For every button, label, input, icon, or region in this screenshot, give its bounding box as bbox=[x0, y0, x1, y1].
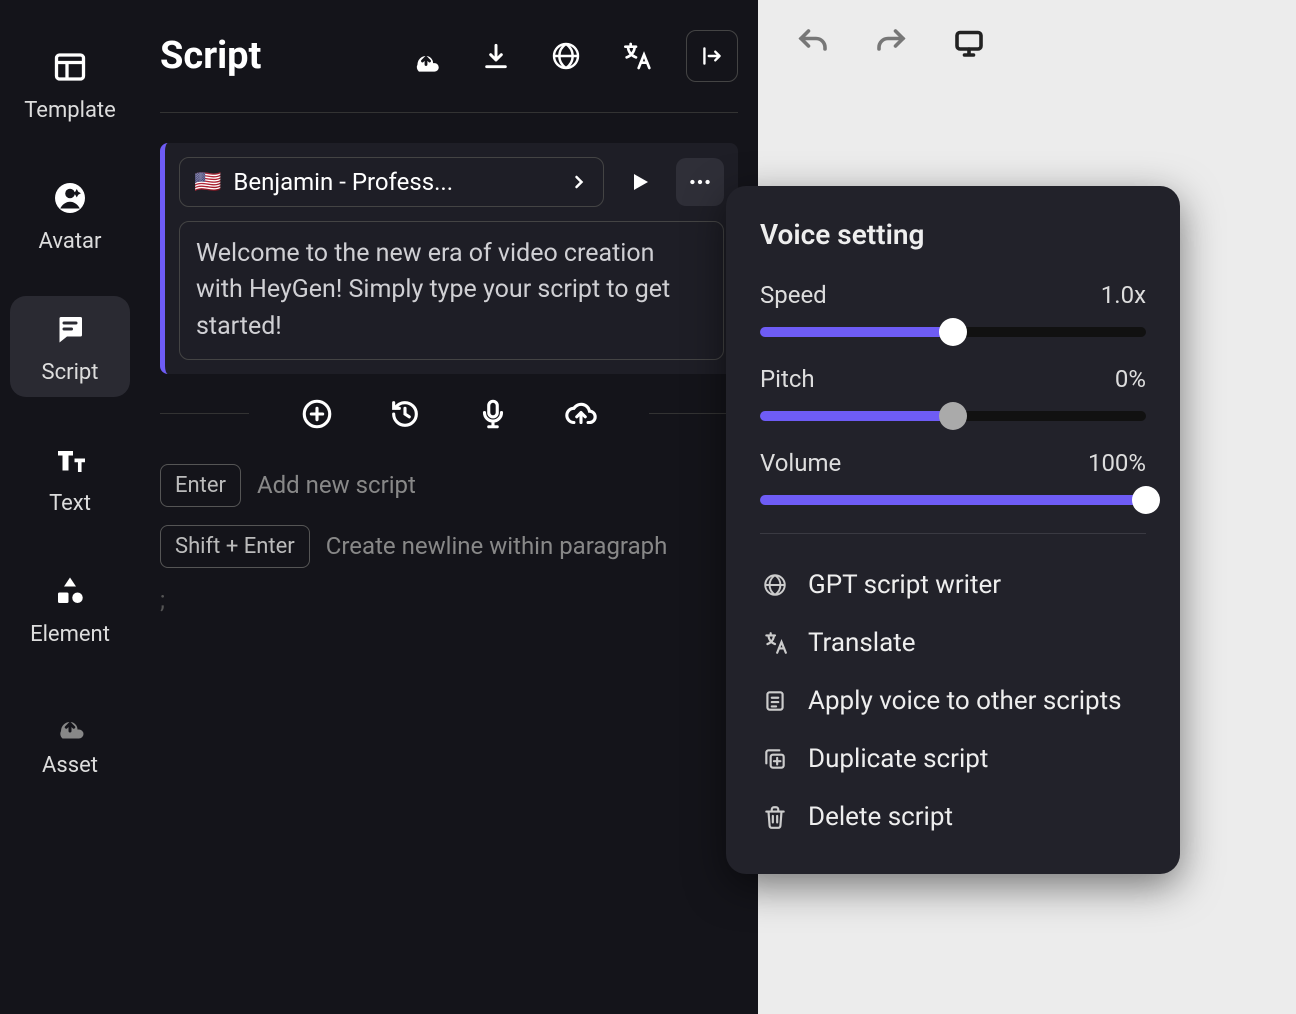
sidebar-item-element[interactable]: Element bbox=[10, 558, 130, 659]
play-button[interactable] bbox=[618, 160, 662, 204]
sidebar-item-avatar[interactable]: Avatar bbox=[10, 165, 130, 266]
hint-text: Create newline within paragraph bbox=[326, 532, 668, 560]
script-block: 🇺🇸 Benjamin - Profess... Welcome to the … bbox=[160, 143, 738, 374]
panel-header: Script bbox=[160, 30, 738, 113]
duplicate-action[interactable]: Duplicate script bbox=[760, 730, 1146, 788]
more-button[interactable] bbox=[676, 158, 724, 206]
trash-icon bbox=[760, 802, 790, 832]
stray-text: ; bbox=[160, 586, 738, 614]
action-label: Apply voice to other scripts bbox=[808, 686, 1122, 716]
sidebar-item-asset[interactable]: Asset bbox=[10, 689, 130, 790]
script-toolbar bbox=[160, 394, 738, 434]
hint-text: Add new script bbox=[257, 471, 416, 499]
upload-cloud-button[interactable] bbox=[406, 36, 446, 76]
cloud-upload-button[interactable] bbox=[561, 394, 601, 434]
volume-value: 100% bbox=[1088, 449, 1146, 477]
panel-title: Script bbox=[160, 34, 261, 78]
popover-separator bbox=[760, 533, 1146, 534]
avatar-icon bbox=[49, 177, 91, 219]
sidebar: Template Avatar Script Text bbox=[0, 0, 140, 1014]
script-panel: Script � bbox=[140, 0, 758, 1014]
sidebar-item-label: Text bbox=[49, 491, 91, 516]
popover-title: Voice setting bbox=[760, 218, 1146, 251]
action-label: Duplicate script bbox=[808, 744, 988, 774]
sidebar-item-label: Element bbox=[30, 622, 110, 647]
kbd-shift-enter: Shift + Enter bbox=[160, 525, 310, 568]
sidebar-item-label: Avatar bbox=[39, 229, 102, 254]
delete-action[interactable]: Delete script bbox=[760, 788, 1146, 846]
gpt-icon bbox=[760, 570, 790, 600]
speed-slider-group: Speed 1.0x bbox=[760, 281, 1146, 337]
mic-button[interactable] bbox=[473, 394, 513, 434]
volume-slider-group: Volume 100% bbox=[760, 449, 1146, 505]
redo-button[interactable] bbox=[870, 22, 912, 64]
pitch-slider[interactable] bbox=[760, 411, 1146, 421]
voice-name: Benjamin - Profess... bbox=[233, 168, 557, 196]
collapse-button[interactable] bbox=[686, 30, 738, 82]
pitch-label: Pitch bbox=[760, 365, 815, 393]
hint-shift-enter: Shift + Enter Create newline within para… bbox=[160, 525, 738, 568]
translate-icon bbox=[760, 628, 790, 658]
pitch-slider-group: Pitch 0% bbox=[760, 365, 1146, 421]
speed-slider[interactable] bbox=[760, 327, 1146, 337]
history-button[interactable] bbox=[385, 394, 425, 434]
script-textarea[interactable]: Welcome to the new era of video creation… bbox=[179, 221, 724, 360]
script-icon bbox=[760, 686, 790, 716]
device-preview-button[interactable] bbox=[948, 22, 990, 64]
action-label: Delete script bbox=[808, 802, 953, 832]
sidebar-item-label: Script bbox=[42, 360, 99, 385]
gpt-button[interactable] bbox=[546, 36, 586, 76]
sidebar-item-script[interactable]: Script bbox=[10, 296, 130, 397]
translate-action[interactable]: Translate bbox=[760, 614, 1146, 672]
voice-settings-popover: Voice setting Speed 1.0x Pitch 0% bbox=[726, 186, 1180, 874]
chevron-right-icon bbox=[569, 172, 589, 192]
pitch-value: 0% bbox=[1115, 365, 1146, 393]
undo-button[interactable] bbox=[792, 22, 834, 64]
apply-voice-action[interactable]: Apply voice to other scripts bbox=[760, 672, 1146, 730]
flag-icon: 🇺🇸 bbox=[194, 170, 221, 195]
sidebar-item-template[interactable]: Template bbox=[10, 34, 130, 135]
speed-value: 1.0x bbox=[1101, 281, 1146, 309]
voice-selector[interactable]: 🇺🇸 Benjamin - Profess... bbox=[179, 157, 604, 207]
hint-enter: Enter Add new script bbox=[160, 464, 738, 507]
translate-button[interactable] bbox=[616, 36, 656, 76]
volume-slider[interactable] bbox=[760, 495, 1146, 505]
element-icon bbox=[49, 570, 91, 612]
sidebar-item-text[interactable]: Text bbox=[10, 427, 130, 528]
action-label: GPT script writer bbox=[808, 570, 1001, 600]
sidebar-item-label: Template bbox=[24, 98, 116, 123]
add-button[interactable] bbox=[297, 394, 337, 434]
asset-icon bbox=[49, 701, 91, 743]
volume-label: Volume bbox=[760, 449, 841, 477]
gpt-script-writer-action[interactable]: GPT script writer bbox=[760, 556, 1146, 614]
duplicate-icon bbox=[760, 744, 790, 774]
script-icon bbox=[49, 308, 91, 350]
canvas-topbar bbox=[758, 0, 1296, 86]
sidebar-item-label: Asset bbox=[42, 753, 98, 778]
kbd-enter: Enter bbox=[160, 464, 241, 507]
template-icon bbox=[49, 46, 91, 88]
speed-label: Speed bbox=[760, 281, 827, 309]
download-button[interactable] bbox=[476, 36, 516, 76]
action-label: Translate bbox=[808, 628, 916, 658]
text-icon bbox=[49, 439, 91, 481]
